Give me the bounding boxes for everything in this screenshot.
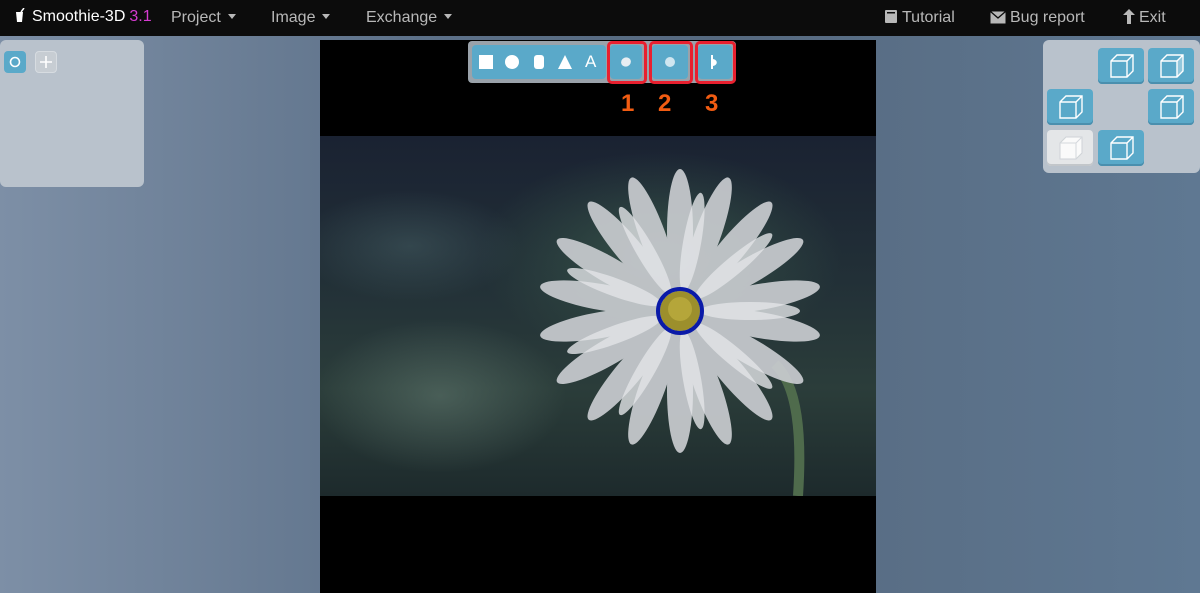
view-left-icon — [1059, 95, 1083, 119]
menu-project-label: Project — [171, 9, 221, 26]
bug-report-label: Bug report — [1010, 9, 1085, 26]
exit-label: Exit — [1139, 9, 1166, 26]
book-icon — [885, 10, 897, 23]
arrow-up-icon — [1123, 9, 1135, 24]
callout-number-3: 3 — [705, 90, 719, 117]
circle-select-button[interactable] — [4, 51, 26, 73]
view-left-button[interactable] — [1047, 89, 1093, 125]
menu-exchange[interactable]: Exchange — [366, 9, 453, 27]
shape-tools-group: A — [472, 45, 606, 79]
left-tool-panel — [0, 40, 144, 187]
smoothie-logo-icon — [16, 8, 25, 22]
triangle-icon[interactable] — [558, 55, 572, 69]
menu-project[interactable]: Project — [171, 9, 236, 27]
daisy-image — [540, 169, 820, 496]
move-tool-button[interactable] — [35, 51, 57, 73]
top-nav-bar: Smoothie-3D 3.1 Project Image Exchange Tu… — [0, 0, 1200, 36]
circle-icon[interactable] — [505, 55, 519, 69]
circle-select-icon — [9, 56, 21, 68]
callout-number-2: 2 — [658, 90, 672, 117]
tutorial-label: Tutorial — [902, 9, 955, 26]
callout-number-1: 1 — [621, 90, 635, 117]
tutorial-link[interactable]: Tutorial — [884, 9, 955, 27]
view-right-top-icon — [1160, 54, 1184, 78]
view-bottom-icon — [1110, 136, 1134, 160]
view-front-top-button[interactable] — [1098, 48, 1144, 84]
view-front-top-icon — [1110, 54, 1134, 78]
menu-image-label: Image — [271, 9, 316, 26]
highlight-box-2 — [649, 41, 693, 84]
menu-exchange-label: Exchange — [366, 9, 438, 26]
caret-down-icon — [444, 14, 453, 19]
app-name: Smoothie-3D — [32, 8, 126, 25]
view-right-button[interactable] — [1148, 89, 1194, 125]
rounded-rect-icon[interactable] — [534, 55, 544, 69]
daisy-photo — [320, 136, 876, 496]
view-right-top-button[interactable] — [1148, 48, 1194, 84]
highlight-box-3 — [695, 41, 736, 84]
square-icon[interactable] — [479, 55, 493, 69]
app-version: 3.1 — [129, 8, 152, 25]
exit-link[interactable]: Exit — [1123, 9, 1166, 27]
caret-down-icon — [227, 14, 236, 19]
view-right-icon — [1160, 95, 1184, 119]
caret-down-icon — [322, 14, 331, 19]
view-solid-icon — [1059, 136, 1083, 160]
view-bottom-button[interactable] — [1098, 130, 1144, 166]
move-crosshair-icon — [40, 56, 52, 68]
envelope-icon — [990, 11, 1006, 24]
menu-image[interactable]: Image — [271, 9, 331, 27]
view-cube-panel — [1043, 40, 1200, 173]
highlight-box-1 — [607, 41, 647, 84]
text-icon[interactable]: A — [585, 52, 596, 72]
app-brand[interactable]: Smoothie-3D 3.1 — [14, 8, 152, 26]
bug-report-link[interactable]: Bug report — [990, 9, 1085, 27]
view-solid-button[interactable] — [1047, 130, 1093, 166]
